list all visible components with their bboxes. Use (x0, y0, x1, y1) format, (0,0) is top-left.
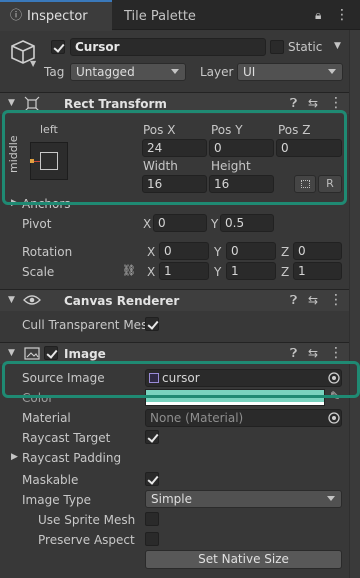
rect-transform-title: Rect Transform (64, 97, 167, 111)
image-type-label: Image Type (22, 493, 91, 507)
scale-z-letter: Z (281, 265, 290, 279)
layer-dropdown[interactable]: UI (237, 63, 343, 81)
material-value: None (Material) (150, 411, 244, 425)
link-icon[interactable]: ⛓︎ (122, 265, 136, 276)
layer-label: Layer (200, 65, 234, 79)
use-sprite-mesh-checkbox[interactable] (145, 512, 159, 526)
kebab-icon[interactable]: ⋮ (329, 346, 343, 360)
raycast-padding-label[interactable]: Raycast Padding (22, 452, 121, 464)
object-name-field[interactable]: Cursor (70, 38, 266, 56)
collapse-arrow-icon[interactable]: ▼ (8, 349, 15, 358)
image-type-value: Simple (151, 492, 192, 506)
material-field[interactable]: None (Material) (145, 409, 342, 427)
preset-icon[interactable]: ⇆ (308, 294, 318, 306)
image-title: Image (64, 347, 106, 361)
static-checkbox[interactable] (270, 40, 284, 54)
scale-label: Scale (22, 265, 55, 279)
rot-y-letter: Y (214, 245, 222, 259)
scale-x-letter: X (147, 265, 156, 279)
tag-value: Untagged (76, 65, 135, 79)
help-icon[interactable]: ❓︎ (290, 294, 297, 306)
layer-value: UI (243, 65, 256, 79)
tab-bar: ⓘ Inspector Tile Palette 🔒︎ ⋮ (0, 0, 360, 31)
scale-y-field[interactable]: 1 (226, 262, 276, 280)
canvas-renderer-title: Canvas Renderer (64, 294, 180, 308)
rot-x-field[interactable]: 0 (159, 242, 209, 260)
preset-icon[interactable]: ⇆ (308, 97, 318, 109)
raycast-padding-expand-icon[interactable]: ▶ (11, 453, 18, 462)
pivot-y-field[interactable]: 0.5 (220, 214, 274, 232)
rotation-label: Rotation (22, 245, 73, 259)
scale-x-field[interactable]: 1 (159, 262, 209, 280)
preserve-aspect-label: Preserve Aspect (38, 533, 135, 547)
use-sprite-mesh-label: Use Sprite Mesh (38, 513, 136, 527)
pivot-x-letter: X (143, 217, 152, 231)
help-icon[interactable]: ❓︎ (290, 97, 297, 109)
cull-transparent-label: Cull Transparent Mes (22, 318, 148, 332)
scale-z-field[interactable]: 1 (293, 262, 342, 280)
rot-z-field[interactable]: 0 (293, 242, 342, 260)
collapse-arrow-icon[interactable]: ▼ (8, 99, 15, 108)
image-type-dropdown[interactable]: Simple (145, 490, 342, 508)
target-icon[interactable] (328, 412, 340, 424)
canvas-renderer-header[interactable] (0, 289, 360, 311)
cull-transparent-checkbox[interactable] (145, 317, 159, 331)
rot-y-field[interactable]: 0 (226, 242, 276, 260)
material-label: Material (22, 411, 71, 425)
tab-tile-palette[interactable]: Tile Palette (124, 10, 196, 23)
pivot-x-field[interactable]: 0 (153, 214, 207, 232)
scale-y-letter: Y (214, 265, 222, 279)
info-icon: ⓘ (10, 8, 23, 22)
maskable-checkbox[interactable] (145, 472, 159, 486)
tab-inspector-label: Inspector (27, 9, 88, 24)
tag-dropdown[interactable]: Untagged (70, 63, 186, 81)
menu-icon[interactable]: ⋮ (335, 8, 349, 22)
help-icon[interactable]: ❓︎ (290, 347, 297, 359)
lock-icon[interactable]: 🔒︎ (315, 9, 321, 21)
raycast-target-label: Raycast Target (22, 431, 111, 445)
maskable-label: Maskable (22, 473, 79, 487)
static-dropdown-icon[interactable]: ▼ (334, 42, 341, 51)
static-label: Static (288, 40, 323, 54)
rot-z-letter: Z (281, 245, 290, 259)
scrollbar[interactable] (349, 30, 360, 578)
set-native-size-button[interactable]: Set Native Size (145, 550, 342, 569)
cube-dropdown-icon[interactable]: ▼ (30, 60, 36, 68)
highlight-source-image-box (2, 361, 360, 398)
raycast-target-checkbox[interactable] (145, 430, 159, 444)
collapse-arrow-icon[interactable]: ▼ (8, 296, 15, 305)
image-enabled-checkbox[interactable] (44, 346, 58, 360)
rot-x-letter: X (147, 245, 156, 259)
pivot-label: Pivot (22, 217, 52, 231)
preserve-aspect-checkbox[interactable] (145, 532, 159, 546)
image-icon (24, 347, 40, 360)
active-checkbox[interactable] (51, 40, 65, 54)
preset-icon[interactable]: ⇆ (308, 347, 318, 359)
eye-icon (23, 295, 41, 305)
kebab-icon[interactable]: ⋮ (329, 293, 343, 307)
pivot-y-letter: Y (211, 217, 219, 231)
kebab-icon[interactable]: ⋮ (329, 96, 343, 110)
tag-label: Tag (44, 65, 65, 79)
highlight-rect-transform-box (2, 110, 347, 205)
alpha-bar (146, 402, 324, 405)
